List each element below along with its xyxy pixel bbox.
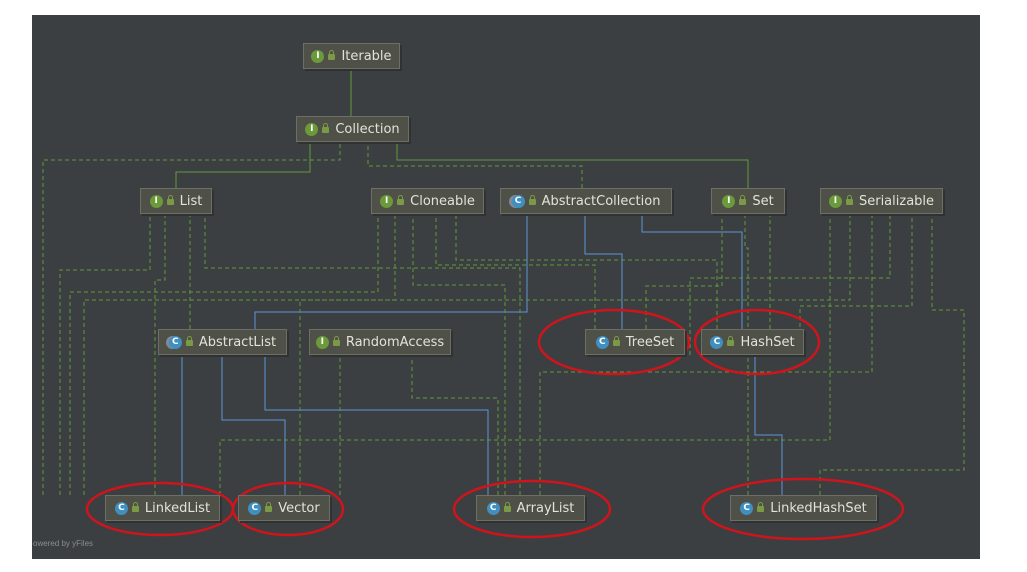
edge-vector-abstractlist (218, 347, 286, 495)
class-icon: C (114, 501, 128, 515)
node-linked-list[interactable]: C LinkedList (105, 495, 220, 521)
interface-icon: I (722, 194, 736, 208)
edge-abstractlist-abstractcollection (254, 206, 531, 329)
diagram-canvas: I Iterable I Collection I List I Cloneab… (0, 0, 1027, 572)
interface-icon: I (828, 194, 842, 208)
edge-linkedhashset-serializable (819, 206, 965, 495)
public-lock-icon (727, 336, 735, 346)
interface-icon: I (380, 194, 394, 208)
node-linked-hash-set[interactable]: C LinkedHashSet (730, 495, 877, 521)
public-lock-icon (166, 195, 174, 205)
edge-set-collection (393, 134, 749, 188)
public-lock-icon (131, 502, 139, 512)
node-cloneable[interactable]: I Cloneable (371, 188, 484, 214)
public-lock-icon (757, 502, 765, 512)
interface-icon: I (315, 335, 329, 349)
public-lock-icon (322, 123, 330, 133)
public-lock-icon (185, 336, 193, 346)
edge-layer (42, 62, 965, 541)
node-abstract-collection[interactable]: C AbstractCollection (500, 188, 672, 214)
node-label: Collection (335, 121, 400, 137)
public-lock-icon (845, 195, 853, 205)
footer-credit: owered by yFiles (33, 539, 94, 548)
edge-arraylist-abstractlist (261, 347, 489, 495)
public-lock-icon (739, 195, 747, 205)
edge-hashset-abstractcollection (638, 206, 743, 329)
node-random-access[interactable]: I RandomAccess (309, 329, 451, 355)
public-lock-icon (612, 336, 620, 346)
abstract-class-icon: C (511, 194, 525, 208)
node-tree-set[interactable]: C TreeSet (585, 329, 685, 355)
node-label: Vector (278, 500, 320, 516)
node-array-list[interactable]: C ArrayList (476, 495, 585, 521)
class-icon: C (740, 501, 754, 515)
node-label: TreeSet (625, 334, 675, 350)
node-serializable[interactable]: I Serializable (820, 188, 943, 214)
interface-icon: I (311, 49, 325, 63)
class-icon: C (710, 335, 724, 349)
edge-list-collection (175, 134, 314, 188)
public-lock-icon (265, 502, 273, 512)
node-label: Set (752, 193, 774, 209)
node-label: AbstractList (198, 334, 277, 350)
node-label: Iterable (341, 48, 392, 64)
class-icon: C (595, 335, 609, 349)
class-icon: C (248, 501, 262, 515)
interface-icon: I (149, 194, 163, 208)
node-vector[interactable]: C Vector (238, 495, 330, 521)
node-label: Serializable (858, 193, 935, 209)
node-label: List (179, 193, 203, 209)
node-list[interactable]: I List (140, 188, 212, 214)
edge-arraylist-randomaccess (408, 347, 499, 495)
node-label: LinkedHashSet (770, 500, 867, 516)
node-label: HashSet (740, 334, 795, 350)
node-label: ArrayList (516, 500, 575, 516)
public-lock-icon (528, 195, 536, 205)
edge-abstractcollection-collection (364, 134, 583, 188)
node-iterable[interactable]: I Iterable (303, 43, 400, 69)
node-set[interactable]: I Set (711, 188, 785, 214)
node-label: RandomAccess (345, 334, 445, 350)
node-hash-set[interactable]: C HashSet (701, 329, 804, 355)
node-abstract-list[interactable]: C AbstractList (158, 329, 287, 355)
edge-linkedlist-list (59, 206, 154, 495)
node-label: Cloneable (410, 193, 475, 209)
public-lock-icon (503, 502, 511, 512)
edge-linkedhashset-hashset (751, 347, 783, 495)
node-label: AbstractCollection (541, 193, 661, 209)
public-lock-icon (328, 50, 336, 60)
class-icon: C (486, 501, 500, 515)
interface-icon: I (305, 122, 319, 136)
edge-treeset-set (645, 206, 726, 329)
node-label: LinkedList (144, 500, 211, 516)
abstract-class-icon: C (168, 335, 182, 349)
public-lock-icon (397, 195, 405, 205)
node-collection[interactable]: I Collection (296, 116, 409, 142)
public-lock-icon (332, 336, 340, 346)
